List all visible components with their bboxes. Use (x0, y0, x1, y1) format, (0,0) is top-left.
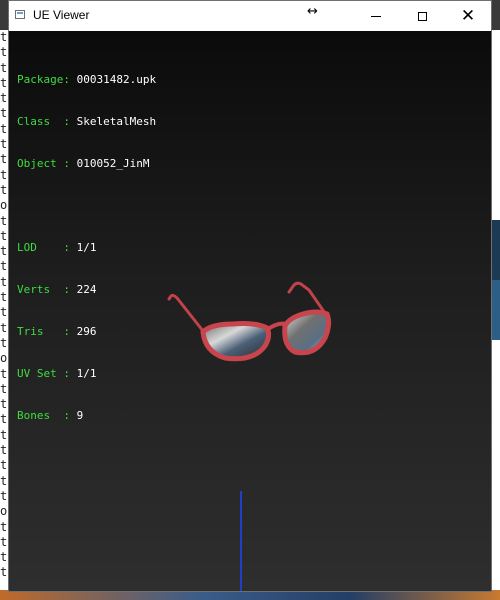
info-row-object: Object : 010052_JinM (17, 157, 156, 171)
app-window-icon (15, 10, 25, 19)
info-value: 010052_JinM (76, 157, 150, 170)
close-icon: ✕ (460, 5, 476, 26)
minimize-icon (371, 15, 381, 17)
info-value: 00031482.upk (76, 73, 157, 86)
info-value: SkeletalMesh (76, 115, 157, 128)
blue-axis-line (240, 491, 242, 591)
info-value: 224 (76, 283, 97, 296)
info-value: 9 (76, 409, 84, 422)
left-temple-arm (167, 293, 209, 338)
info-value: 1/1 (76, 367, 97, 380)
background-right-dark-block (492, 220, 500, 280)
info-label: Tris : (17, 325, 70, 338)
info-row-tris: Tris : 296 (17, 325, 156, 339)
info-label: Bones : (17, 409, 70, 422)
info-label: LOD : (17, 241, 70, 254)
info-row-uvset: UV Set : 1/1 (17, 367, 156, 381)
resize-cursor-icon: ↔ (307, 4, 318, 19)
left-lens (200, 321, 272, 362)
info-value: 1/1 (76, 241, 97, 254)
background-right-blue-block (492, 280, 500, 340)
info-label: Package: (17, 73, 70, 86)
info-label: Class : (17, 115, 70, 128)
glasses-mesh-model[interactable] (159, 276, 349, 366)
title-bar[interactable]: UE Viewer ↔ ✕ (9, 1, 491, 32)
mesh-info-overlay: Package: 00031482.upk Class : SkeletalMe… (17, 45, 156, 451)
info-label: Object : (17, 157, 70, 170)
info-spacer (17, 199, 156, 213)
info-row-bones: Bones : 9 (17, 409, 156, 423)
info-row-class: Class : SkeletalMesh (17, 115, 156, 129)
right-lens (282, 309, 332, 356)
info-row-verts: Verts : 224 (17, 283, 156, 297)
minimize-button[interactable] (353, 1, 399, 31)
close-button[interactable]: ✕ (445, 1, 491, 31)
info-value: 296 (76, 325, 97, 338)
info-row-lod: LOD : 1/1 (17, 241, 156, 255)
window-title: UE Viewer (33, 8, 90, 22)
3d-viewport[interactable]: Package: 00031482.upk Class : SkeletalMe… (9, 31, 491, 591)
ue-viewer-window: UE Viewer ↔ ✕ Package: 00031482.upk Clas… (8, 0, 492, 592)
info-label: UV Set : (17, 367, 70, 380)
info-row-package: Package: 00031482.upk (17, 73, 156, 87)
maximize-button[interactable] (399, 1, 445, 31)
info-label: Verts : (17, 283, 70, 296)
maximize-icon (417, 11, 427, 21)
